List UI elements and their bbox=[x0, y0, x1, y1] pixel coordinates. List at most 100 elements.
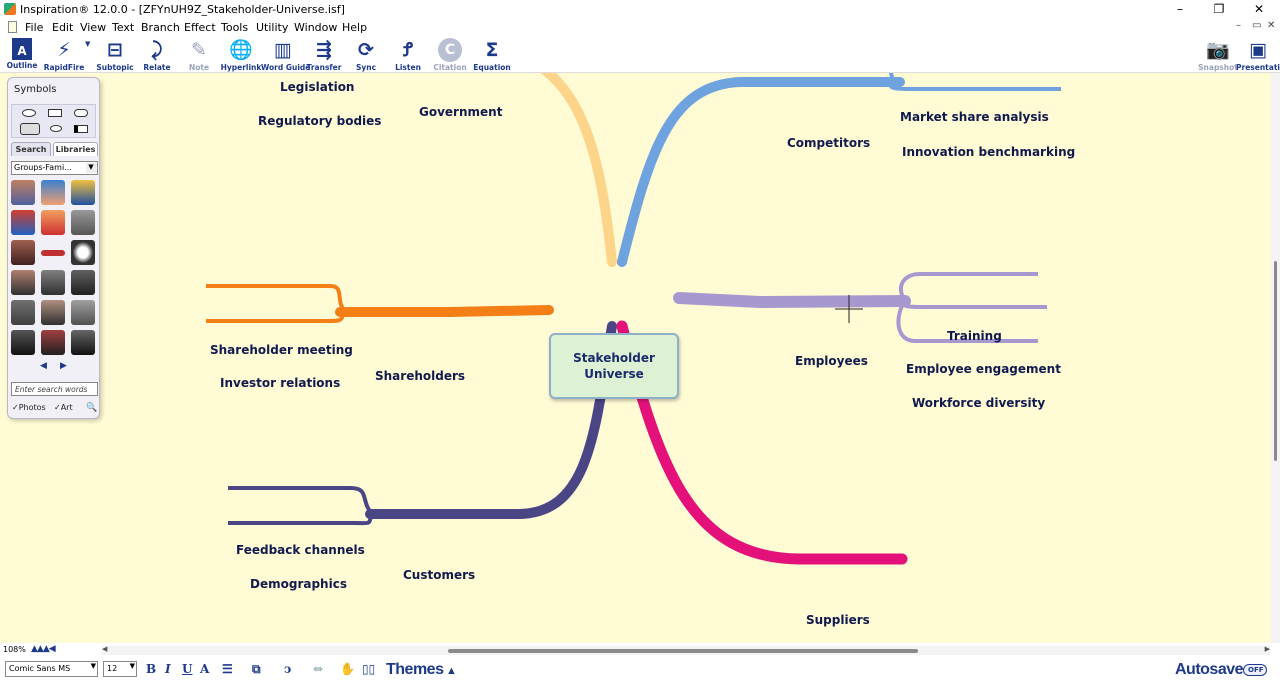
symbol-thumbnail[interactable] bbox=[11, 330, 35, 355]
central-topic[interactable]: Stakeholder Universe bbox=[549, 333, 679, 399]
hand-tool-icon[interactable]: ✋ bbox=[340, 662, 355, 676]
prev-page-icon[interactable]: ◀ bbox=[40, 361, 47, 371]
scroll-left-icon[interactable]: ◀ bbox=[102, 645, 107, 653]
small-oval-shape-icon[interactable] bbox=[50, 125, 62, 132]
rounded-rectangle-shape-icon[interactable] bbox=[74, 109, 88, 117]
subtopic-regulatory-bodies[interactable]: Regulatory bodies bbox=[258, 114, 381, 128]
symbol-thumbnail[interactable] bbox=[41, 210, 65, 235]
alignment-icon[interactable]: ☰ bbox=[222, 662, 233, 676]
subtopic-legislation[interactable]: Legislation bbox=[280, 80, 354, 94]
symbol-thumbnail[interactable] bbox=[41, 300, 65, 325]
tab-shape-icon[interactable] bbox=[74, 125, 88, 133]
subtopic-investor-relations[interactable]: Investor relations bbox=[220, 376, 340, 390]
symbol-thumbnail[interactable] bbox=[11, 180, 35, 205]
note-button[interactable]: ✎ Note bbox=[177, 36, 221, 73]
symbol-thumbnail[interactable] bbox=[71, 180, 95, 205]
menu-tools[interactable]: Tools bbox=[221, 21, 248, 34]
vertical-scrollbar[interactable] bbox=[1271, 73, 1280, 643]
symbol-thumbnail[interactable] bbox=[71, 240, 95, 265]
art-checkbox[interactable]: ✓Art bbox=[54, 403, 73, 412]
symbol-thumbnail[interactable] bbox=[71, 210, 95, 235]
menu-text[interactable]: Text bbox=[112, 21, 134, 34]
subtopic-demographics[interactable]: Demographics bbox=[250, 577, 347, 591]
sync-button[interactable]: ⟳ Sync bbox=[344, 36, 388, 73]
rectangle-shape-icon[interactable] bbox=[48, 109, 62, 117]
menu-help[interactable]: Help bbox=[342, 21, 367, 34]
horizontal-scroll-thumb[interactable] bbox=[448, 649, 918, 653]
subtopic-workforce-diversity[interactable]: Workforce diversity bbox=[912, 396, 1045, 410]
menu-view[interactable]: View bbox=[80, 21, 106, 34]
symbol-thumbnail[interactable] bbox=[71, 300, 95, 325]
symbol-thumbnail[interactable] bbox=[11, 240, 35, 265]
symbol-thumbnail[interactable] bbox=[41, 180, 65, 205]
doc-restore-button[interactable]: ▭ bbox=[1252, 20, 1261, 31]
subtopic-employee-engagement[interactable]: Employee engagement bbox=[906, 362, 1061, 376]
transfer-button[interactable]: ⇶ Transfer bbox=[302, 36, 346, 73]
subtopic-feedback-channels[interactable]: Feedback channels bbox=[236, 543, 365, 557]
presentation-button[interactable]: ▣ Presentation bbox=[1236, 36, 1280, 73]
equation-button[interactable]: Σ Equation bbox=[470, 36, 514, 73]
doc-minimize-button[interactable]: – bbox=[1236, 20, 1241, 31]
view-toggle-icon[interactable]: ▯▯ bbox=[362, 662, 375, 676]
symbol-search-input[interactable]: Enter search words bbox=[11, 382, 98, 396]
topic-government[interactable]: Government bbox=[419, 105, 502, 119]
menu-effect[interactable]: Effect bbox=[184, 21, 216, 34]
menu-file[interactable]: File bbox=[25, 21, 43, 34]
minimize-button[interactable]: – bbox=[1170, 2, 1190, 16]
symbol-font-icon[interactable]: ⧉ bbox=[252, 662, 261, 677]
symbol-thumbnail[interactable] bbox=[41, 270, 65, 295]
bold-button[interactable]: B bbox=[146, 662, 156, 676]
diagram-canvas[interactable]: Government Legislation Regulatory bodies… bbox=[0, 73, 1271, 643]
snapshot-button[interactable]: 📷 Snapshot bbox=[1196, 36, 1240, 73]
themes-button[interactable]: Themes ▲ bbox=[386, 661, 457, 679]
zoom-level[interactable]: 108% bbox=[3, 645, 26, 654]
symbol-thumbnail[interactable] bbox=[11, 300, 35, 325]
search-icon[interactable]: 🔍 bbox=[86, 403, 97, 413]
outline-button[interactable]: A Outline bbox=[0, 36, 44, 73]
link-style-icon[interactable]: ↄ bbox=[284, 662, 291, 676]
menu-window[interactable]: Window bbox=[294, 21, 337, 34]
symbol-thumbnail[interactable] bbox=[41, 250, 65, 256]
font-select[interactable]: Comic Sans MS ▼ bbox=[5, 661, 98, 677]
topic-employees[interactable]: Employees bbox=[795, 354, 868, 368]
subtopic-shareholder-meeting[interactable]: Shareholder meeting bbox=[210, 343, 353, 357]
oval-shape-icon[interactable] bbox=[22, 109, 36, 117]
rapidfire-dropdown-icon[interactable]: ▼ bbox=[85, 40, 90, 48]
italic-button[interactable]: I bbox=[165, 662, 171, 676]
menu-utility[interactable]: Utility bbox=[256, 21, 288, 34]
listen-button[interactable]: Ꝭ Listen bbox=[386, 36, 430, 73]
symbol-thumbnail[interactable] bbox=[41, 330, 65, 355]
subtopic-market-share-analysis[interactable]: Market share analysis bbox=[900, 110, 1049, 124]
next-page-icon[interactable]: ▶ bbox=[60, 361, 67, 371]
citation-button[interactable]: C Citation bbox=[428, 36, 472, 73]
topic-shareholders[interactable]: Shareholders bbox=[375, 369, 465, 383]
horizontal-scrollbar[interactable]: ◀ ▶ bbox=[102, 645, 1270, 655]
subtopic-training[interactable]: Training bbox=[947, 329, 1002, 343]
zoom-slider-icon[interactable]: ▲▲▲◀ bbox=[31, 644, 56, 654]
hyperlink-button[interactable]: 🌐 Hyperlink bbox=[219, 36, 263, 73]
subtopic-innovation-benchmarking[interactable]: Innovation benchmarking bbox=[902, 145, 1075, 159]
topic-customers[interactable]: Customers bbox=[403, 568, 475, 582]
tab-libraries[interactable]: Libraries bbox=[53, 142, 98, 156]
tab-search[interactable]: Search bbox=[11, 142, 51, 156]
topic-suppliers[interactable]: Suppliers bbox=[806, 613, 870, 627]
autosave-toggle[interactable]: OFF bbox=[1243, 664, 1267, 676]
symbol-thumbnail[interactable] bbox=[11, 210, 35, 235]
relate-button[interactable]: ⤸ Relate bbox=[135, 36, 179, 73]
symbol-thumbnail[interactable] bbox=[71, 330, 95, 355]
underline-button[interactable]: U bbox=[182, 662, 192, 676]
topic-competitors[interactable]: Competitors bbox=[787, 136, 870, 150]
arrange-icon[interactable]: ⇔ bbox=[313, 662, 323, 676]
word-guide-button[interactable]: ▥ Word Guide bbox=[261, 36, 310, 73]
default-shape-icon[interactable] bbox=[20, 123, 40, 135]
vertical-scroll-thumb[interactable] bbox=[1274, 261, 1277, 461]
symbol-thumbnail[interactable] bbox=[71, 270, 95, 295]
font-size-select[interactable]: 12 ▼ bbox=[103, 661, 137, 677]
close-button[interactable]: ✕ bbox=[1249, 2, 1269, 16]
rapidfire-button[interactable]: ⚡ RapidFire bbox=[41, 36, 87, 73]
subtopic-button[interactable]: ⊟ Subtopic bbox=[93, 36, 137, 73]
restore-button[interactable]: ❐ bbox=[1209, 2, 1229, 16]
symbol-thumbnail[interactable] bbox=[11, 270, 35, 295]
doc-close-button[interactable]: ✕ bbox=[1267, 20, 1275, 31]
library-select[interactable]: Groups-Fami... ▼ bbox=[11, 161, 98, 175]
